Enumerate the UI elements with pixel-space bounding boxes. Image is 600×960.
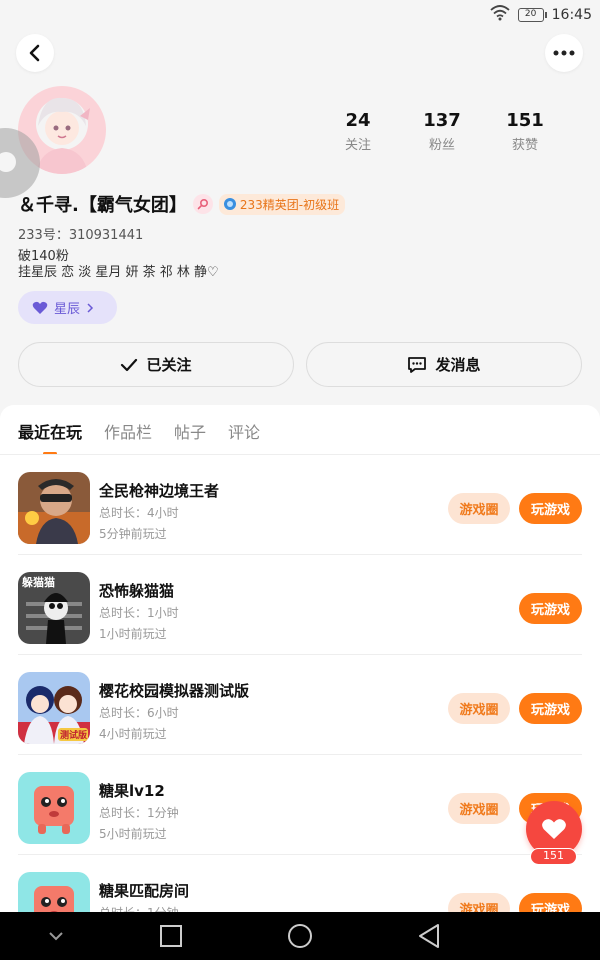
- game-icon-shooter: [18, 472, 90, 544]
- chevron-right-icon: [87, 302, 94, 313]
- game-name: 恐怖躲猫猫: [99, 582, 175, 600]
- level-badge-label: 233精英团-初级班: [239, 197, 340, 212]
- more-dots-icon: [553, 50, 575, 56]
- clock: 16:45: [551, 7, 592, 23]
- game-icon-candy-match: [18, 872, 90, 912]
- stat-value: 24: [345, 110, 371, 131]
- bio-line: 挂星辰 恋 淡 星月 妍 茶 祁 林 静♡: [18, 265, 219, 280]
- game-last-played: 5小时前玩过: [99, 827, 167, 841]
- stat-label: 关注: [344, 138, 371, 153]
- like-count-badge: 151: [530, 848, 577, 865]
- content-panel: 最近在玩 作品栏 帖子 评论 全民枪神边境王者 总时长：4小时 5分钟前玩过 游…: [0, 405, 600, 912]
- game-name: 樱花校园模拟器测试版: [99, 682, 250, 700]
- game-circle-button[interactable]: 游戏圈: [448, 693, 510, 724]
- tab-bar: 最近在玩 作品栏 帖子 评论: [18, 419, 260, 455]
- system-nav-bar: [0, 912, 600, 960]
- game-icon-label: 躲猫猫: [22, 575, 55, 589]
- stat-label: 粉丝: [428, 138, 455, 153]
- more-button[interactable]: [545, 34, 583, 72]
- game-icon-label: 测试版: [60, 729, 87, 741]
- status-bar: 20 16:45: [0, 0, 600, 30]
- circle-icon: [288, 924, 312, 948]
- chevron-left-icon: [29, 44, 40, 62]
- nav-back-button[interactable]: [415, 922, 443, 950]
- check-icon: [121, 358, 138, 371]
- stat-likes[interactable]: 151 获赞: [490, 110, 560, 153]
- message-label: 发消息: [435, 356, 481, 374]
- game-last-played: 1小时前玩过: [99, 627, 167, 641]
- game-name: 全民枪神边境王者: [99, 482, 220, 500]
- play-game-button[interactable]: 玩游戏: [519, 593, 582, 624]
- nav-home-button[interactable]: [286, 922, 314, 950]
- game-icon-sakura: 测试版: [18, 672, 90, 744]
- game-icon-horror: 躲猫猫: [18, 572, 90, 644]
- triangle-back-icon: [419, 924, 439, 948]
- game-item[interactable]: 躲猫猫 恐怖躲猫猫 总时长：1小时 1小时前玩过 玩游戏: [18, 555, 582, 655]
- star-tag-chip[interactable]: 星辰: [18, 291, 117, 324]
- level-icon: [223, 198, 236, 210]
- game-duration: 总时长：1分钟: [99, 806, 179, 820]
- game-circle-button[interactable]: 游戏圈: [448, 893, 510, 912]
- stat-following[interactable]: 24 关注: [323, 110, 393, 153]
- nav-recents-button[interactable]: [157, 922, 185, 950]
- game-last-played: 4小时前玩过: [99, 727, 167, 741]
- message-button[interactable]: 发消息: [306, 342, 582, 387]
- game-item[interactable]: 糖果匹配房间 总时长：1分钟 游戏圈 玩游戏: [18, 855, 582, 912]
- bio: 破140粉 挂星辰 恋 淡 星月 妍 茶 祁 林 静♡: [18, 249, 219, 281]
- game-list: 全民枪神边境王者 总时长：4小时 5分钟前玩过 游戏圈 玩游戏 躲猫猫 恐怖躲猫…: [0, 455, 600, 912]
- tab-comments[interactable]: 评论: [228, 419, 260, 455]
- game-duration: 总时长：1小时: [99, 606, 179, 620]
- stat-value: 151: [506, 110, 544, 131]
- stat-label: 获赞: [511, 138, 538, 153]
- back-button[interactable]: [16, 34, 54, 72]
- heart-icon: [32, 301, 48, 314]
- stat-fans[interactable]: 137 粉丝: [407, 110, 477, 153]
- game-duration: 总时长：1分钟: [99, 904, 179, 912]
- tab-recent-played[interactable]: 最近在玩: [18, 419, 82, 455]
- game-item[interactable]: 测试版 樱花校园模拟器测试版 总时长：6小时 4小时前玩过 游戏圈 玩游戏: [18, 655, 582, 755]
- wifi-icon: [490, 5, 510, 25]
- game-duration: 总时长：4小时: [99, 506, 179, 520]
- game-name: 糖果匹配房间: [99, 882, 190, 900]
- nav-hide-button[interactable]: [42, 922, 70, 950]
- chat-bubble-icon: [408, 356, 427, 373]
- search-badge-icon[interactable]: [192, 194, 213, 214]
- game-circle-button[interactable]: 游戏圈: [448, 793, 510, 824]
- game-item[interactable]: 糖果lv12 总时长：1分钟 5小时前玩过 游戏圈 玩游戏: [18, 755, 582, 855]
- play-game-button[interactable]: 玩游戏: [519, 493, 582, 524]
- square-icon: [160, 925, 182, 947]
- bio-line: 破140粉: [18, 249, 69, 264]
- game-circle-button[interactable]: 游戏圈: [448, 493, 510, 524]
- game-duration: 总时长：6小时: [99, 706, 179, 720]
- tag-chip-label: 星辰: [54, 302, 81, 317]
- heart-icon: [542, 819, 566, 839]
- game-name: 糖果lv12: [99, 782, 165, 800]
- stat-value: 137: [423, 110, 461, 131]
- game-item[interactable]: 全民枪神边境王者 总时长：4小时 5分钟前玩过 游戏圈 玩游戏: [18, 455, 582, 555]
- battery-icon: 20: [517, 8, 547, 22]
- name-row: ＆千寻.【霸气女团】 233精英团-初级班: [18, 191, 346, 217]
- tab-works[interactable]: 作品栏: [104, 419, 152, 455]
- chevron-down-icon: [49, 932, 63, 941]
- play-game-button[interactable]: 玩游戏: [519, 693, 582, 724]
- play-game-button[interactable]: 玩游戏: [519, 893, 582, 912]
- status-icons: 20 16:45: [490, 5, 592, 25]
- game-last-played: 5分钟前玩过: [99, 527, 167, 541]
- level-badge[interactable]: 233精英团-初级班: [218, 193, 346, 215]
- user-id: 233号：310931441: [18, 228, 144, 243]
- nickname: ＆千寻.【霸气女团】: [18, 195, 187, 216]
- followed-label: 已关注: [146, 356, 192, 374]
- game-icon-candy: [18, 772, 90, 844]
- followed-button[interactable]: 已关注: [18, 342, 294, 387]
- tab-posts[interactable]: 帖子: [174, 419, 206, 455]
